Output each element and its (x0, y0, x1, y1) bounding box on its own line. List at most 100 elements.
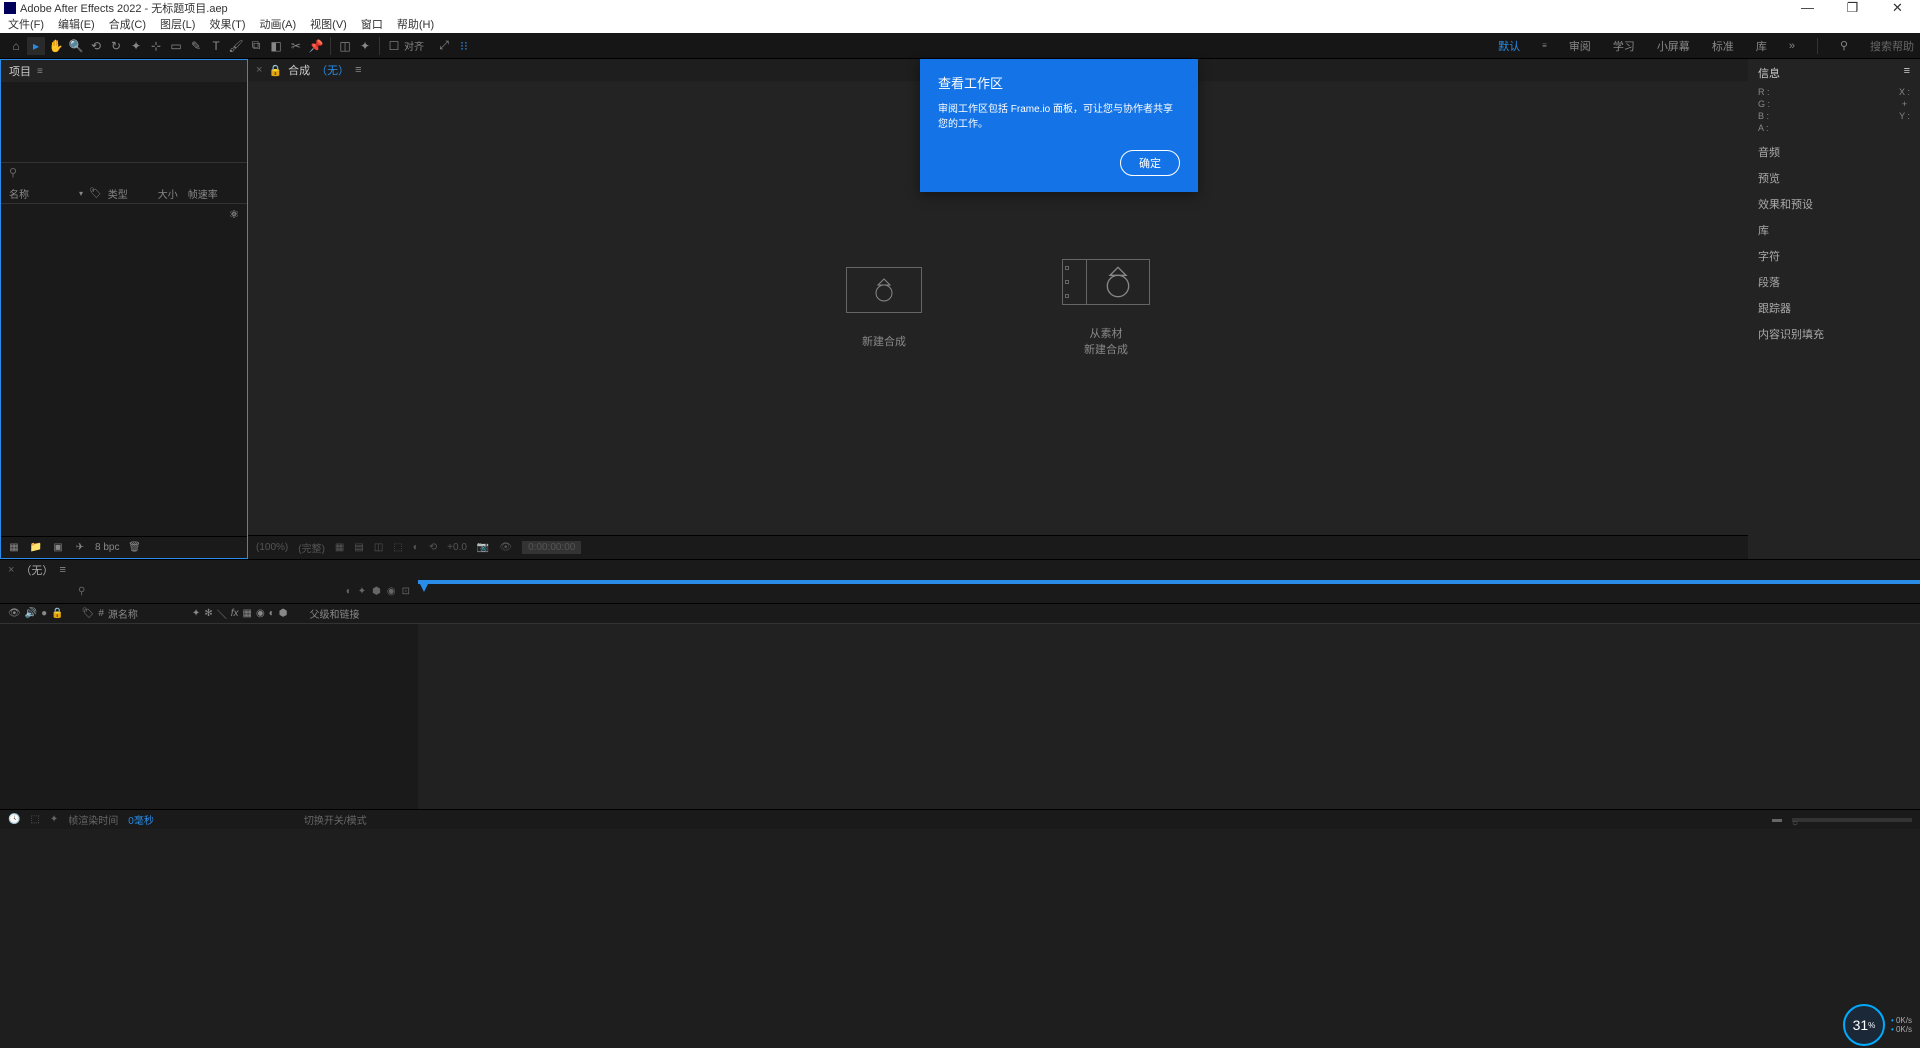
rotate-tool[interactable]: ↻ (107, 37, 125, 55)
new-composition-button[interactable]: 新建合成 (846, 267, 922, 349)
panel-tracker[interactable]: 跟踪器 (1748, 295, 1920, 321)
sw1-icon[interactable]: ✦ (192, 608, 200, 619)
orbit-tool[interactable]: ⟲ (87, 37, 105, 55)
zoom-tool[interactable]: 🔍 (67, 37, 85, 55)
panel-audio[interactable]: 音频 (1748, 139, 1920, 165)
menu-composition[interactable]: 合成(C) (109, 16, 146, 32)
panel-menu-icon[interactable]: ≡ (37, 66, 43, 77)
project-tab[interactable]: 项目 (9, 63, 31, 79)
puppet-tool[interactable]: 📌 (307, 37, 325, 55)
comp-icon[interactable]: ▣ (51, 541, 65, 555)
sw2-icon[interactable]: ✻ (204, 608, 212, 619)
comp-panel-menu-icon[interactable]: ≡ (355, 64, 361, 76)
tlf-icon3[interactable]: ✦ (50, 814, 58, 825)
flowchart-icon[interactable]: ⚛ (1, 204, 247, 225)
brush-tool[interactable]: 🖌 (227, 37, 245, 55)
mask-icon[interactable]: ◫ (374, 542, 383, 553)
parent-col[interactable]: 父级和链接 (309, 606, 359, 621)
snap-extra-icon[interactable]: ⁝⁝ (455, 37, 473, 55)
exposure-value[interactable]: +0.0 (447, 542, 467, 553)
sort-icon[interactable]: ▾ (79, 189, 83, 198)
menu-view[interactable]: 视图(V) (310, 16, 347, 32)
tag-icon[interactable]: 🏷 (89, 188, 102, 199)
pen-tool[interactable]: ✎ (187, 37, 205, 55)
panel-library[interactable]: 库 (1748, 217, 1920, 243)
grid-icon[interactable]: ▦ (335, 542, 344, 553)
playhead[interactable] (418, 580, 430, 592)
bpc-label[interactable]: 8 bpc (95, 542, 119, 553)
tl-opt4-icon[interactable]: ◉ (387, 586, 396, 597)
anchor-tool[interactable]: ⊹ (147, 37, 165, 55)
delete-icon[interactable]: 🗑 (127, 541, 141, 555)
tl-search-icon[interactable]: ⚲ (78, 586, 85, 597)
eye-col-icon[interactable]: 👁 (8, 608, 21, 619)
sw5-icon[interactable]: ◉ (256, 608, 265, 619)
workspace-review[interactable]: 审阅 (1569, 38, 1591, 54)
roto-tool[interactable]: ✂ (287, 37, 305, 55)
folder-icon[interactable]: 📁 (29, 541, 43, 555)
workspace-default[interactable]: 默认 (1498, 38, 1520, 54)
source-col[interactable]: 源名称 (108, 606, 188, 621)
workspace-library[interactable]: 库 (1756, 38, 1767, 54)
zoom-dropdown[interactable]: (100%) (256, 542, 288, 553)
eraser-tool[interactable]: ◧ (267, 37, 285, 55)
text-tool[interactable]: T (207, 37, 225, 55)
new-from-footage-button[interactable]: 从素材 新建合成 (1062, 259, 1150, 357)
search-help-icon[interactable]: ⚲ (1840, 39, 1848, 52)
project-search[interactable]: ⚲ (1, 162, 247, 184)
switch-mode[interactable]: 切换开关/模式 (304, 812, 367, 827)
resolution-dropdown[interactable]: (完整) (298, 540, 325, 555)
snapshot-icon[interactable]: 📷 (477, 542, 489, 553)
info-menu-icon[interactable]: ≡ (1904, 65, 1910, 81)
col-size[interactable]: 大小 (158, 186, 188, 201)
camera-tool[interactable]: ✦ (127, 37, 145, 55)
menu-edit[interactable]: 编辑(E) (58, 16, 95, 32)
tl-opt3-icon[interactable]: ⬢ (372, 586, 381, 597)
home-tool[interactable]: ⌂ (7, 37, 25, 55)
selection-tool[interactable]: ▸ (27, 37, 45, 55)
project-list[interactable]: ⚛ (1, 204, 247, 536)
workspace-standard[interactable]: 标准 (1712, 38, 1734, 54)
popup-ok-button[interactable]: 确定 (1120, 150, 1180, 176)
panel-contentaware[interactable]: 内容识别填充 (1748, 321, 1920, 347)
region-icon[interactable]: ⬚ (393, 542, 402, 553)
lock-col-icon[interactable]: 🔒 (51, 608, 63, 619)
solo-col-icon[interactable]: ● (41, 608, 47, 619)
sw7-icon[interactable]: ⬢ (279, 608, 288, 619)
clone-tool[interactable]: ⧉ (247, 37, 265, 55)
col-name[interactable]: 名称 (9, 186, 79, 201)
tl-close-icon[interactable]: × (8, 564, 14, 576)
guides-icon[interactable]: ▤ (354, 542, 363, 553)
tlf-icon1[interactable]: 🕓 (8, 814, 20, 825)
workspace-menu-icon[interactable]: ≡ (1542, 41, 1547, 50)
comp-close-icon[interactable]: × (256, 64, 262, 76)
menu-file[interactable]: 文件(F) (8, 16, 44, 32)
menu-animation[interactable]: 动画(A) (260, 16, 297, 32)
panel-effects[interactable]: 效果和预设 (1748, 191, 1920, 217)
adjust-icon[interactable]: ✈ (73, 541, 87, 555)
tlf-icon2[interactable]: ⬚ (30, 814, 39, 825)
panel-preview[interactable]: 预览 (1748, 165, 1920, 191)
tl-opt2-icon[interactable]: ✦ (358, 586, 366, 597)
panel-paragraph[interactable]: 段落 (1748, 269, 1920, 295)
interpret-icon[interactable]: ▦ (7, 541, 21, 555)
menu-help[interactable]: 帮助(H) (397, 16, 434, 32)
timeline-track-area[interactable] (418, 624, 1920, 809)
menu-effect[interactable]: 效果(T) (209, 16, 245, 32)
mask-mode-icon[interactable]: ◫ (336, 37, 354, 55)
snap-checkbox[interactable]: ☐ (385, 37, 403, 55)
hand-tool[interactable]: ✋ (47, 37, 65, 55)
maximize-button[interactable]: ❐ (1830, 0, 1875, 15)
tl-menu-icon[interactable]: ≡ (59, 564, 65, 576)
workspace-learn[interactable]: 学习 (1613, 38, 1635, 54)
menu-window[interactable]: 窗口 (361, 16, 383, 32)
mask-star-icon[interactable]: ✦ (356, 37, 374, 55)
sw4-icon[interactable]: ▦ (242, 608, 251, 619)
work-area-bar[interactable] (418, 580, 1920, 584)
layer-list[interactable] (0, 624, 418, 809)
close-button[interactable]: ✕ (1875, 0, 1920, 15)
search-help[interactable]: 搜索帮助 (1870, 38, 1914, 54)
snap-options-icon[interactable]: ⤢ (435, 37, 453, 55)
reset-icon[interactable]: ⟲ (429, 542, 437, 553)
workspace-more[interactable]: » (1789, 40, 1795, 52)
